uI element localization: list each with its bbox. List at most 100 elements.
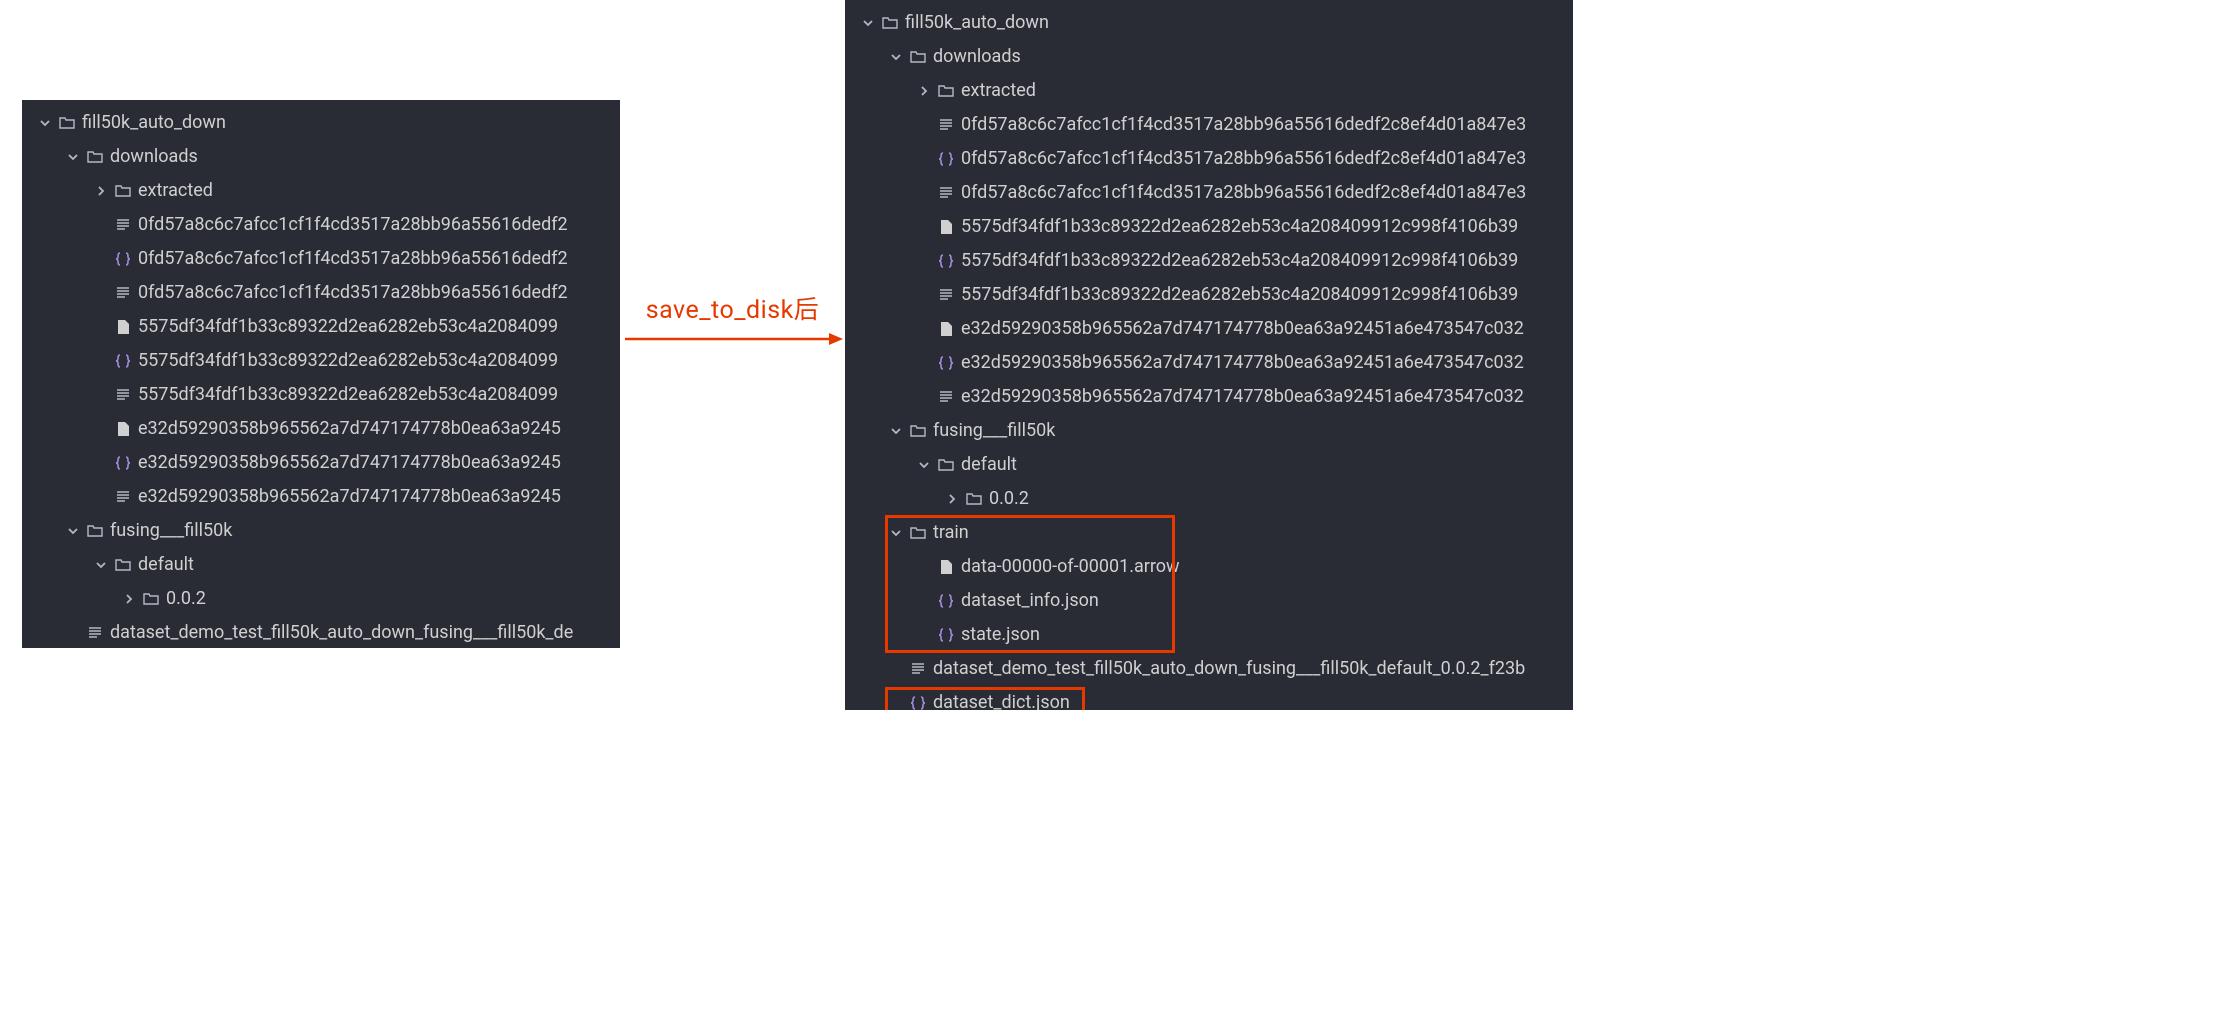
tree-file[interactable]: dataset_demo_test_fill50k_auto_down_fusi… <box>845 652 1573 686</box>
folder-label: 0.0.2 <box>989 482 1029 516</box>
json-file-icon <box>937 150 955 168</box>
tree-file[interactable]: 0fd57a8c6c7afcc1cf1f4cd3517a28bb96a55616… <box>22 208 620 242</box>
tree-folder-extracted[interactable]: extracted <box>845 74 1573 108</box>
tree-file[interactable]: e32d59290358b965562a7d747174778b0ea63a92… <box>845 346 1573 380</box>
file-label: dataset_demo_test_fill50k_auto_down_fusi… <box>933 652 1525 686</box>
transition-arrow: save_to_disk后 <box>620 290 845 348</box>
tree-file[interactable]: 5575df34fdf1b33c89322d2ea6282eb53c4a2084… <box>22 378 620 412</box>
right-file-tree: fill50k_auto_down downloads extracted 0f… <box>845 0 1573 710</box>
chevron-down-icon <box>38 116 52 130</box>
file-label: e32d59290358b965562a7d747174778b0ea63a92… <box>961 312 1524 346</box>
tree-file[interactable]: 0fd57a8c6c7afcc1cf1f4cd3517a28bb96a55616… <box>22 242 620 276</box>
chevron-down-icon <box>889 526 903 540</box>
json-file-icon <box>937 592 955 610</box>
text-file-icon <box>937 286 955 304</box>
tree-file[interactable]: dataset_info.json <box>845 584 1573 618</box>
chevron-down-icon <box>94 558 108 572</box>
text-file-icon <box>114 216 132 234</box>
arrow-icon <box>623 330 843 348</box>
folder-icon <box>965 490 983 508</box>
file-icon <box>937 218 955 236</box>
file-label: 5575df34fdf1b33c89322d2ea6282eb53c4a2084… <box>138 310 558 344</box>
tree-file[interactable]: e32d59290358b965562a7d747174778b0ea63a92… <box>845 380 1573 414</box>
tree-folder-fusing[interactable]: fusing___fill50k <box>22 514 620 548</box>
json-file-icon <box>114 352 132 370</box>
file-label: 0fd57a8c6c7afcc1cf1f4cd3517a28bb96a55616… <box>961 108 1526 142</box>
tree-file[interactable]: data-00000-of-00001.arrow <box>845 550 1573 584</box>
tree-file[interactable]: 0fd57a8c6c7afcc1cf1f4cd3517a28bb96a55616… <box>845 142 1573 176</box>
tree-folder-root[interactable]: fill50k_auto_down <box>22 106 620 140</box>
chevron-down-icon <box>66 524 80 538</box>
tree-file[interactable]: 5575df34fdf1b33c89322d2ea6282eb53c4a2084… <box>845 278 1573 312</box>
text-file-icon <box>937 116 955 134</box>
tree-folder-train[interactable]: train <box>845 516 1573 550</box>
json-file-icon <box>937 626 955 644</box>
tree-folder-default[interactable]: default <box>22 548 620 582</box>
file-label: e32d59290358b965562a7d747174778b0ea63a92… <box>961 380 1524 414</box>
chevron-down-icon <box>917 458 931 472</box>
tree-folder-extracted[interactable]: extracted <box>22 174 620 208</box>
folder-label: extracted <box>961 74 1036 108</box>
tree-folder-default[interactable]: default <box>845 448 1573 482</box>
tree-file[interactable]: 5575df34fdf1b33c89322d2ea6282eb53c4a2084… <box>22 310 620 344</box>
tree-file[interactable]: e32d59290358b965562a7d747174778b0ea63a92… <box>22 480 620 514</box>
file-icon <box>114 420 132 438</box>
file-icon <box>114 318 132 336</box>
file-label: 0fd57a8c6c7afcc1cf1f4cd3517a28bb96a55616… <box>961 176 1526 210</box>
left-file-tree: fill50k_auto_down downloads extracted 0f… <box>22 100 620 648</box>
folder-label: fill50k_auto_down <box>82 106 226 140</box>
tree-file[interactable]: 0fd57a8c6c7afcc1cf1f4cd3517a28bb96a55616… <box>845 108 1573 142</box>
tree-file[interactable]: e32d59290358b965562a7d747174778b0ea63a92… <box>22 412 620 446</box>
tree-folder-downloads[interactable]: downloads <box>22 140 620 174</box>
text-file-icon <box>114 386 132 404</box>
text-file-icon <box>937 388 955 406</box>
folder-icon <box>58 114 76 132</box>
folder-icon <box>909 422 927 440</box>
tree-file[interactable]: 5575df34fdf1b33c89322d2ea6282eb53c4a2084… <box>22 344 620 378</box>
tree-folder-fusing[interactable]: fusing___fill50k <box>845 414 1573 448</box>
text-file-icon <box>909 660 927 678</box>
tree-file-dataset-dict[interactable]: dataset_dict.json <box>845 686 1573 710</box>
tree-file[interactable]: state.json <box>845 618 1573 652</box>
chevron-down-icon <box>889 424 903 438</box>
folder-label: train <box>933 516 969 550</box>
text-file-icon <box>114 488 132 506</box>
file-label: state.json <box>961 618 1040 652</box>
tree-folder-version[interactable]: 0.0.2 <box>845 482 1573 516</box>
chevron-down-icon <box>861 16 875 30</box>
folder-icon <box>881 14 899 32</box>
folder-icon <box>909 48 927 66</box>
file-label: dataset_info.json <box>961 584 1099 618</box>
tree-folder-root[interactable]: fill50k_auto_down <box>845 6 1573 40</box>
folder-label: extracted <box>138 174 213 208</box>
tree-file[interactable]: e32d59290358b965562a7d747174778b0ea63a92… <box>845 312 1573 346</box>
file-label: 0fd57a8c6c7afcc1cf1f4cd3517a28bb96a55616… <box>961 142 1526 176</box>
arrow-label: save_to_disk后 <box>646 290 820 326</box>
tree-file[interactable]: 5575df34fdf1b33c89322d2ea6282eb53c4a2084… <box>845 244 1573 278</box>
json-file-icon <box>114 454 132 472</box>
file-label: dataset_dict.json <box>933 686 1070 710</box>
folder-icon <box>937 456 955 474</box>
folder-label: default <box>138 548 194 582</box>
file-label: 0fd57a8c6c7afcc1cf1f4cd3517a28bb96a55616… <box>138 208 568 242</box>
folder-label: 0.0.2 <box>166 582 206 616</box>
file-label: dataset_demo_test_fill50k_auto_down_fusi… <box>110 616 573 648</box>
tree-file[interactable]: 0fd57a8c6c7afcc1cf1f4cd3517a28bb96a55616… <box>845 176 1573 210</box>
folder-icon <box>86 148 104 166</box>
file-label: 5575df34fdf1b33c89322d2ea6282eb53c4a2084… <box>138 344 558 378</box>
file-label: 0fd57a8c6c7afcc1cf1f4cd3517a28bb96a55616… <box>138 242 568 276</box>
text-file-icon <box>937 184 955 202</box>
folder-icon <box>86 522 104 540</box>
file-label: 5575df34fdf1b33c89322d2ea6282eb53c4a2084… <box>961 244 1518 278</box>
folder-label: fusing___fill50k <box>110 514 232 548</box>
tree-file[interactable]: 0fd57a8c6c7afcc1cf1f4cd3517a28bb96a55616… <box>22 276 620 310</box>
file-label: e32d59290358b965562a7d747174778b0ea63a92… <box>138 412 561 446</box>
tree-file[interactable]: 5575df34fdf1b33c89322d2ea6282eb53c4a2084… <box>845 210 1573 244</box>
tree-folder-version[interactable]: 0.0.2 <box>22 582 620 616</box>
folder-label: fusing___fill50k <box>933 414 1055 448</box>
tree-file[interactable]: e32d59290358b965562a7d747174778b0ea63a92… <box>22 446 620 480</box>
tree-file[interactable]: dataset_demo_test_fill50k_auto_down_fusi… <box>22 616 620 648</box>
tree-folder-downloads[interactable]: downloads <box>845 40 1573 74</box>
file-label: 0fd57a8c6c7afcc1cf1f4cd3517a28bb96a55616… <box>138 276 568 310</box>
json-file-icon <box>909 694 927 710</box>
